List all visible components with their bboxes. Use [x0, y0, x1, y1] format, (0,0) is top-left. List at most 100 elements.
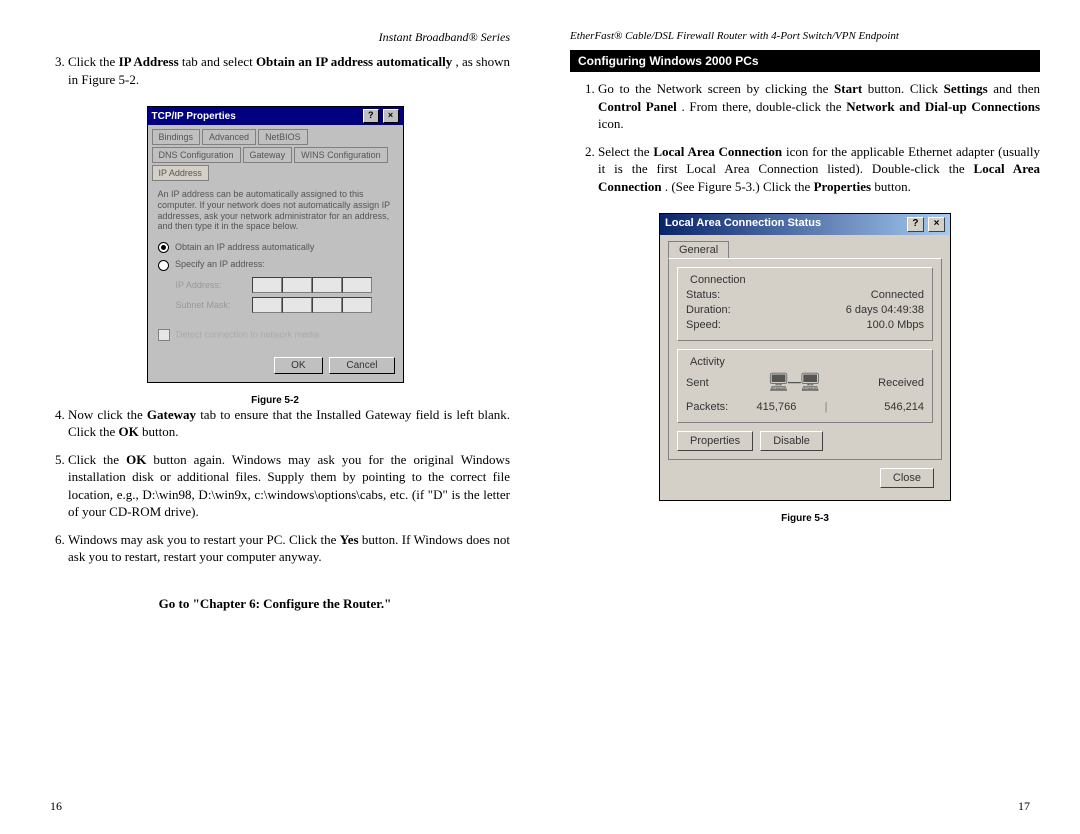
page-number-right: 17 — [1018, 799, 1030, 814]
help-icon[interactable]: ? — [363, 109, 379, 123]
tab-netbios[interactable]: NetBIOS — [258, 129, 308, 145]
group-title: Connection — [686, 274, 750, 286]
kv-val: Connected — [871, 289, 924, 301]
kv-key: Duration: — [686, 304, 731, 316]
disable-button[interactable]: Disable — [760, 431, 823, 451]
step-bold: Settings — [944, 81, 988, 96]
help-icon[interactable]: ? — [907, 217, 924, 232]
steps-left: Click the IP Address tab and select Obta… — [40, 53, 510, 98]
step-bold: Yes — [340, 532, 359, 547]
tab-bindings[interactable]: Bindings — [152, 129, 201, 145]
go-to-text: Go to "Chapter 6: Configure the Router." — [40, 596, 510, 612]
checkbox-icon — [158, 329, 170, 341]
step-text: Windows may ask you to restart your PC. … — [68, 532, 340, 547]
step-text: Go to the Network screen by clicking the — [598, 81, 834, 96]
tab-dns[interactable]: DNS Configuration — [152, 147, 241, 163]
close-icon[interactable]: × — [383, 109, 399, 123]
step-text: button. — [142, 424, 178, 439]
step-text: icon. — [598, 116, 624, 131]
dialog-hint: An IP address can be automatically assig… — [158, 189, 393, 232]
step-text: Now click the — [68, 407, 147, 422]
duration-row: Duration: 6 days 04:49:38 — [686, 304, 924, 316]
step-text: button. — [874, 179, 910, 194]
tab-advanced[interactable]: Advanced — [202, 129, 256, 145]
status-row: Status: Connected — [686, 289, 924, 301]
radio-specify[interactable]: Specify an IP address: — [158, 259, 393, 270]
lac-status-dialog: Local Area Connection Status ? × General… — [659, 213, 951, 501]
received-label: Received — [878, 377, 924, 389]
kv-key: Packets: — [686, 401, 728, 413]
kv-key: Speed: — [686, 319, 721, 331]
radio-dot-icon — [158, 260, 169, 271]
tab-wins[interactable]: WINS Configuration — [294, 147, 388, 163]
step-6: Windows may ask you to restart your PC. … — [68, 531, 510, 566]
step-bold: OK — [119, 424, 139, 439]
step-bold: Properties — [814, 179, 872, 194]
group-title: Activity — [686, 356, 729, 368]
step-bold: OK — [126, 452, 146, 467]
page-number-left: 16 — [50, 799, 62, 814]
titlebar-buttons: ? × — [362, 109, 399, 123]
steps-right: Go to the Network screen by clicking the… — [570, 80, 1040, 205]
packets-row: Packets: 415,766 | 546,214 — [686, 401, 924, 413]
activity-group: Activity Sent 🖥─🖥 Received Packets: 415,… — [677, 349, 933, 423]
tab-general[interactable]: General — [668, 241, 729, 258]
step-3: Click the IP Address tab and select Obta… — [68, 53, 510, 88]
properties-button[interactable]: Properties — [677, 431, 753, 451]
dialog-titlebar: TCP/IP Properties ? × — [148, 107, 403, 125]
network-icon: 🖥─🖥 — [767, 372, 819, 393]
step-bold: Gateway — [147, 407, 196, 422]
step-1-right: Go to the Network screen by clicking the… — [598, 80, 1040, 133]
step-text: Select the — [598, 144, 653, 159]
step-bold: Control Panel — [598, 99, 677, 114]
close-button[interactable]: Close — [880, 468, 934, 488]
right-column: EtherFast® Cable/DSL Firewall Router wit… — [570, 30, 1040, 760]
packets-recv: 546,214 — [828, 401, 924, 413]
close-icon[interactable]: × — [928, 217, 945, 232]
dialog-titlebar: Local Area Connection Status ? × — [660, 214, 950, 235]
step-text: Click the — [68, 452, 126, 467]
page-header-right: EtherFast® Cable/DSL Firewall Router wit… — [570, 30, 1040, 42]
ip-address-row: IP Address: — [176, 277, 393, 293]
dialog-buttons: Properties Disable — [677, 431, 933, 451]
packets-sent: 415,766 — [728, 401, 824, 413]
section-title: Configuring Windows 2000 PCs — [570, 50, 1040, 72]
radio-obtain-auto[interactable]: Obtain an IP address automatically — [158, 242, 393, 253]
step-bold: Start — [834, 81, 862, 96]
dialog-footer: OK Cancel — [148, 347, 403, 382]
step-text: . From there, double-click the — [681, 99, 846, 114]
tab-ipaddress[interactable]: IP Address — [152, 165, 209, 181]
cancel-button[interactable]: Cancel — [329, 357, 394, 374]
radio-label: Specify an IP address: — [175, 259, 265, 269]
step-bold: Obtain an IP address automatically — [256, 54, 452, 69]
field-label: IP Address: — [176, 280, 246, 290]
detect-check[interactable]: Detect connection to network media — [158, 329, 393, 341]
speed-row: Speed: 100.0 Mbps — [686, 319, 924, 331]
radio-label: Obtain an IP address automatically — [175, 242, 314, 252]
dialog-footer: Close — [668, 460, 942, 490]
ok-button[interactable]: OK — [274, 357, 322, 374]
dialog-inner: General Connection Status: Connected Dur… — [660, 235, 950, 500]
kv-key: Status: — [686, 289, 720, 301]
ip-input[interactable] — [252, 277, 372, 293]
tab-gateway[interactable]: Gateway — [243, 147, 293, 163]
steps-left-cont: Now click the Gateway tab to ensure that… — [40, 406, 510, 576]
kv-val: 6 days 04:49:38 — [846, 304, 924, 316]
step-text: . (See Figure 5-3.) Click the — [665, 179, 814, 194]
step-text: button. Click — [868, 81, 944, 96]
figure-5-2: TCP/IP Properties ? × Bindings Advanced … — [40, 106, 510, 382]
check-label: Detect connection to network media — [176, 329, 319, 339]
tcpip-dialog: TCP/IP Properties ? × Bindings Advanced … — [147, 106, 404, 382]
figure-5-2-label: Figure 5-2 — [40, 395, 510, 406]
step-text: Click the — [68, 54, 119, 69]
step-bold: Network and Dial-up Connections — [846, 99, 1040, 114]
figure-5-3-label: Figure 5-3 — [570, 513, 1040, 524]
radio-dot-icon — [158, 242, 169, 253]
titlebar-buttons: ? × — [906, 217, 945, 232]
mask-input[interactable] — [252, 297, 372, 313]
step-bold: IP Address — [119, 54, 179, 69]
step-5: Click the OK button again. Windows may a… — [68, 451, 510, 521]
sent-label: Sent — [686, 377, 709, 389]
step-text: tab and select — [182, 54, 256, 69]
field-label: Subnet Mask: — [176, 300, 246, 310]
